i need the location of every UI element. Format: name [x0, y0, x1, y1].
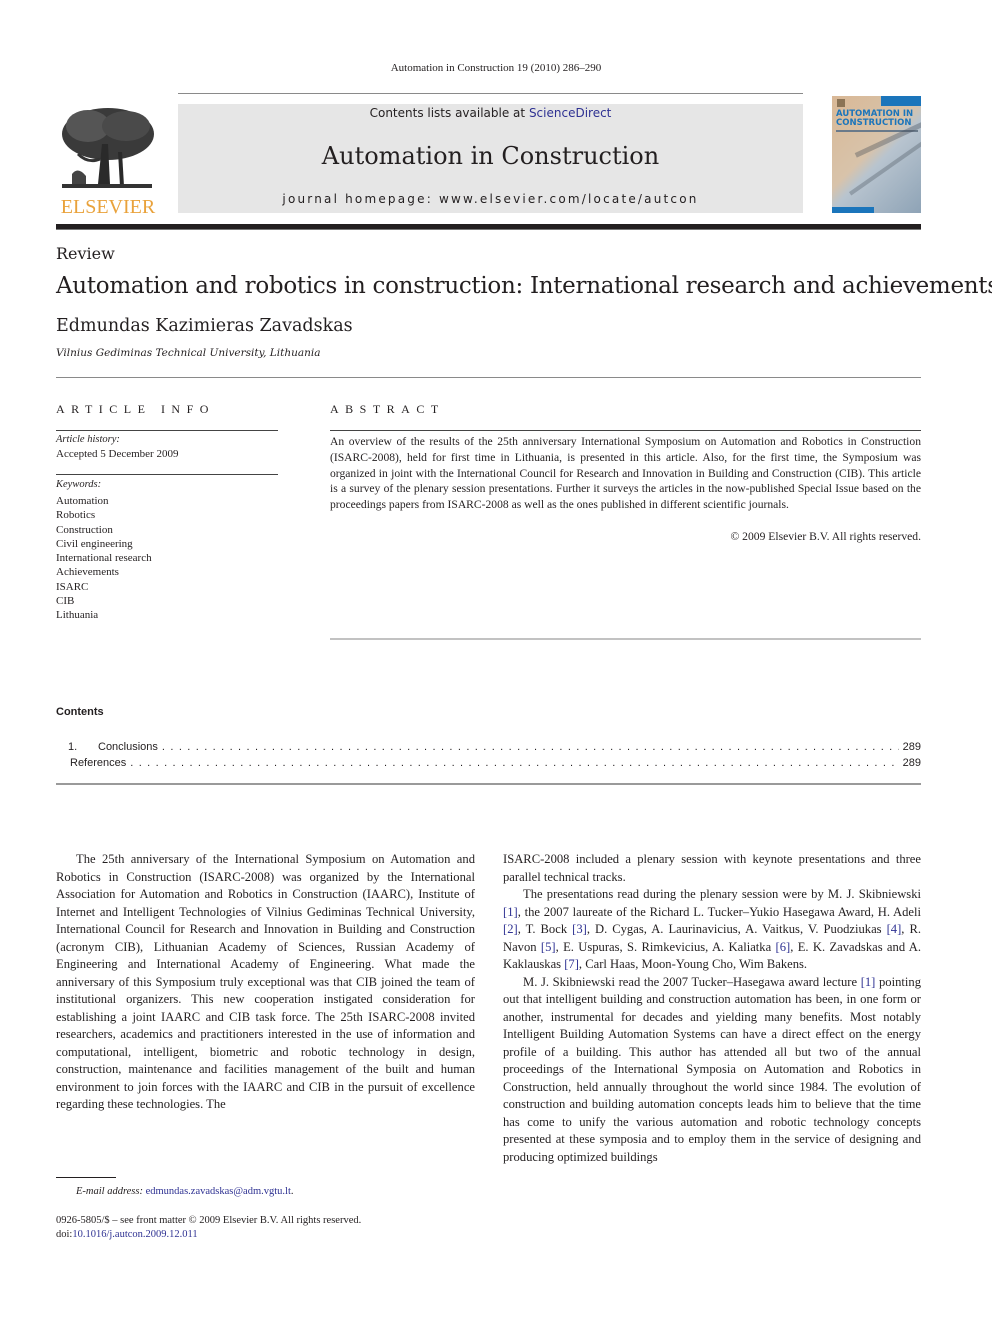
contents-rule	[56, 783, 921, 785]
email-label: E-mail address:	[76, 1186, 146, 1197]
elsevier-tree-icon	[62, 108, 154, 188]
toc-page: 289	[902, 757, 921, 769]
toc-label[interactable]: References	[70, 757, 126, 769]
text-run: M. J. Skibniewski read the 2007 Tucker–H…	[523, 974, 861, 989]
cover-beam	[848, 140, 921, 196]
elsevier-logo[interactable]: ELSEVIER	[56, 100, 160, 218]
cover-logo-icon	[837, 99, 845, 107]
running-head: Automation in Construction 19 (2010) 286…	[390, 62, 602, 74]
article-title: Automation and robotics in construction:…	[56, 273, 992, 299]
abstract-bottom-rule	[330, 638, 921, 640]
journal-title: Automation in Construction	[321, 142, 660, 170]
abstract-text: An overview of the results of the 25th a…	[330, 435, 921, 512]
journal-cover-thumbnail[interactable]: AUTOMATION IN CONSTRUCTION	[832, 96, 921, 213]
text-run: , E. Uspuras, S. Rimkevicius, A. Kaliatk…	[555, 939, 776, 954]
homepage-prefix: journal homepage:	[282, 192, 439, 206]
keywords-list: Automation Robotics Construction Civil e…	[56, 494, 152, 623]
citation-link[interactable]: [4]	[887, 922, 902, 936]
issn-line: 0926-5805/$ – see front matter © 2009 El…	[56, 1215, 362, 1226]
email-link[interactable]: edmundas.zavadskas@adm.vgtu.lt	[146, 1186, 291, 1197]
text-run: , Carl Haas, Moon-Young Cho, Wim Bakens.	[578, 957, 808, 971]
citation-link[interactable]: [5]	[541, 940, 556, 954]
header-rule	[178, 93, 803, 94]
toc-leader: ........................................…	[130, 757, 899, 769]
citation-link[interactable]: [3]	[572, 922, 587, 936]
front-matter: 0926-5805/$ – see front matter © 2009 El…	[56, 1214, 361, 1242]
sciencedirect-link[interactable]: ScienceDirect	[529, 106, 611, 120]
keyword: Construction	[56, 523, 113, 536]
text-run: , T. Bock	[517, 922, 573, 936]
keywords-rule	[56, 474, 278, 475]
footnote-rule	[56, 1177, 116, 1178]
body-column-right: ISARC-2008 included a plenary session wi…	[503, 851, 921, 1166]
text-run: , D. Cygas, A. Laurinavicius, A. Vaitkus…	[586, 922, 887, 936]
cover-bottom-bar	[832, 207, 874, 213]
citation-link[interactable]: [6]	[776, 940, 791, 954]
contents-availability: Contents lists available at ScienceDirec…	[178, 106, 803, 120]
contents-heading: Contents	[56, 706, 104, 718]
homepage-url[interactable]: www.elsevier.com/locate/autcon	[439, 192, 699, 206]
text-run: , the 2007 laureate of the Richard L. Tu…	[517, 904, 921, 919]
email-footnote: E-mail address: edmundas.zavadskas@adm.v…	[76, 1186, 294, 1197]
journal-homepage: journal homepage: www.elsevier.com/locat…	[178, 192, 803, 206]
citation-link[interactable]: [2]	[503, 922, 518, 936]
toc-label[interactable]: Conclusions	[98, 741, 158, 753]
abstract-rule	[330, 430, 921, 431]
article-info-rule	[56, 430, 278, 431]
toc-entry[interactable]: References .............................…	[70, 757, 921, 769]
article-info-heading: ARTICLE INFO	[56, 402, 215, 416]
text-run: The presentations read during the plenar…	[523, 887, 921, 901]
keyword: Civil engineering	[56, 537, 133, 550]
citation-link[interactable]: [1]	[861, 975, 876, 989]
author-name[interactable]: Edmundas Kazimieras Zavadskas	[56, 316, 353, 336]
doi-link[interactable]: 10.1016/j.autcon.2009.12.011	[72, 1229, 197, 1240]
header-thick-rule	[56, 224, 921, 230]
body-paragraph: The 25th anniversary of the Internationa…	[56, 852, 475, 1111]
keyword: Lithuania	[56, 609, 99, 622]
text-run: pointing out that intelligent building a…	[503, 974, 921, 1164]
keyword: Automation	[56, 495, 109, 507]
toc-entry[interactable]: 1. Conclusions .........................…	[68, 741, 921, 753]
cover-title: AUTOMATION IN CONSTRUCTION	[836, 110, 920, 128]
cover-top-bar	[881, 96, 921, 106]
keyword: Achievements	[56, 566, 119, 579]
info-divider	[56, 377, 921, 378]
cover-title-line2: CONSTRUCTION	[836, 118, 912, 128]
doi-line: doi:10.1016/j.autcon.2009.12.011	[56, 1228, 361, 1242]
keyword: CIB	[56, 595, 75, 608]
keyword: International research	[56, 552, 152, 565]
article-history-value: Accepted 5 December 2009	[56, 448, 179, 460]
journal-banner: Contents lists available at ScienceDirec…	[178, 104, 803, 213]
body-paragraph: ISARC-2008 included a plenary session wi…	[503, 852, 921, 884]
elsevier-wordmark: ELSEVIER	[60, 196, 156, 218]
body-column-left: The 25th anniversary of the Internationa…	[56, 851, 475, 1114]
body-paragraph: M. J. Skibniewski read the 2007 Tucker–H…	[503, 974, 921, 1167]
toc-leader: ........................................…	[161, 741, 899, 753]
article-history-label: Article history:	[56, 434, 120, 445]
email-suffix: .	[290, 1186, 294, 1197]
citation-link[interactable]: [7]	[564, 957, 579, 971]
citation-link[interactable]: [1]	[503, 905, 518, 919]
toc-number: 1.	[68, 741, 78, 753]
doi-prefix: doi:	[56, 1229, 73, 1240]
abstract-copyright: © 2009 Elsevier B.V. All rights reserved…	[730, 530, 921, 543]
contents-prefix: Contents lists available at	[369, 106, 529, 120]
abstract-heading: ABSTRACT	[330, 402, 445, 416]
author-affiliation: Vilnius Gediminas Technical University, …	[56, 347, 321, 359]
article-type: Review	[56, 244, 115, 263]
keywords-label: Keywords:	[56, 479, 102, 490]
toc-page: 289	[902, 741, 921, 753]
body-paragraph: The presentations read during the plenar…	[503, 886, 921, 974]
keyword: ISARC	[56, 580, 89, 593]
keyword: Robotics	[56, 509, 96, 522]
